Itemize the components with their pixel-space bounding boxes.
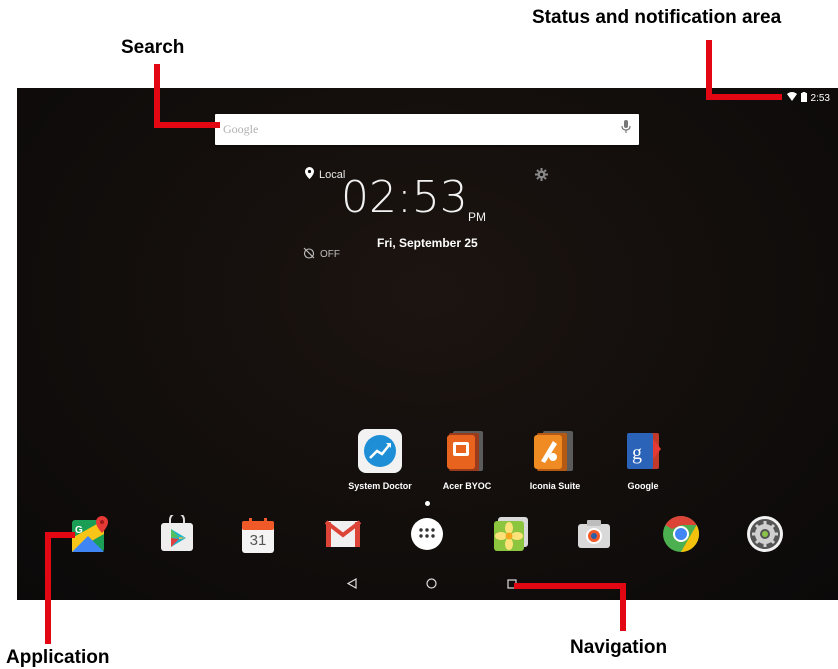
dock-calendar[interactable]: 31: [238, 516, 278, 556]
callout-line-navigation-h: [514, 583, 626, 589]
location-pin-icon: [305, 167, 314, 182]
system-doctor-icon: [358, 429, 402, 478]
dock-app-drawer[interactable]: [407, 516, 447, 556]
app-label: Acer BYOC: [442, 481, 492, 491]
app-drawer-icon: [410, 517, 444, 556]
acer-byoc-icon: [443, 429, 491, 478]
alarm-status[interactable]: OFF: [303, 247, 340, 262]
play-store-icon: [159, 511, 195, 558]
svg-text:G: G: [75, 525, 83, 536]
callout-line-application-v: [45, 532, 51, 644]
alarm-off-icon: [303, 247, 315, 262]
camera-icon: [576, 518, 612, 555]
calendar-day: 31: [249, 532, 267, 549]
settings-icon: [746, 515, 784, 558]
app-label: Google: [627, 481, 659, 491]
home-screen: 2:53 Local 02:53 PM Fri, September 25 OF…: [17, 88, 838, 600]
callout-line-status-v: [706, 40, 712, 100]
home-icon: [425, 576, 437, 594]
gallery-icon: [492, 515, 530, 558]
callout-line-navigation-v: [620, 583, 626, 631]
dock-gmail[interactable]: [323, 516, 363, 556]
dock-maps[interactable]: G: [70, 514, 110, 559]
app-iconia-suite[interactable]: Iconia Suite: [515, 429, 595, 491]
callout-line-status-h: [706, 94, 782, 100]
alarm-label: OFF: [320, 249, 340, 260]
calendar-icon: 31: [240, 517, 276, 555]
battery-icon: [800, 91, 807, 105]
callout-line-search-h: [154, 122, 220, 128]
status-time: 2:53: [810, 92, 830, 104]
back-icon: [346, 576, 357, 594]
nav-back-button[interactable]: [343, 577, 361, 593]
callout-navigation: Navigation: [570, 637, 668, 658]
clock-location[interactable]: Local: [305, 167, 345, 182]
app-label: Iconia Suite: [529, 481, 581, 491]
app-label: System Doctor: [348, 481, 412, 491]
callout-status: Status and notification area: [532, 7, 782, 28]
gmail-icon: [324, 519, 362, 554]
clock-ampm: PM: [468, 210, 486, 224]
app-system-doctor[interactable]: System Doctor: [340, 429, 420, 491]
dock-settings[interactable]: [745, 515, 785, 558]
search-input[interactable]: [223, 122, 583, 137]
callout-application: Application: [6, 647, 110, 668]
wifi-icon: [786, 92, 797, 104]
iconia-suite-icon: [531, 429, 579, 478]
callout-line-search-v: [154, 64, 160, 128]
callout-search: Search: [121, 37, 185, 58]
chrome-icon: [662, 515, 700, 558]
app-acer-byoc[interactable]: Acer BYOC: [427, 429, 507, 491]
mic-icon[interactable]: [621, 120, 631, 139]
dock-play-store[interactable]: [157, 511, 197, 558]
clock-date: Fri, September 25: [377, 236, 478, 250]
nav-home-button[interactable]: [422, 577, 440, 593]
google-folder-icon: g: [619, 429, 667, 478]
dock-chrome[interactable]: [661, 515, 701, 558]
dock-camera[interactable]: [574, 516, 614, 556]
app-google-folder[interactable]: g Google: [603, 429, 683, 491]
svg-text:g: g: [632, 442, 642, 464]
status-bar[interactable]: 2:53: [786, 90, 830, 106]
maps-icon: G: [70, 514, 110, 559]
dock-gallery[interactable]: [491, 516, 531, 556]
clock-settings-icon[interactable]: [535, 168, 548, 186]
page-indicator: [425, 501, 430, 506]
clock-time[interactable]: 02:53: [341, 176, 468, 220]
search-bar[interactable]: [215, 114, 639, 145]
